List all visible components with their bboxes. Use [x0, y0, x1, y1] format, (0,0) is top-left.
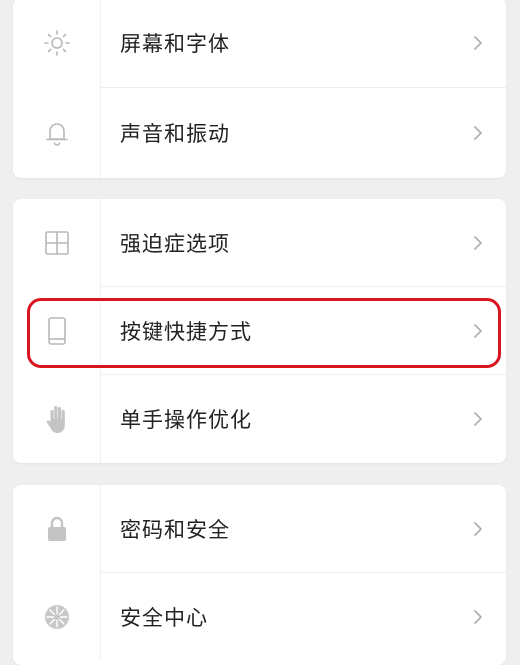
chevron-right-icon	[458, 520, 498, 538]
shield-icon	[13, 573, 101, 661]
chevron-right-icon	[458, 608, 498, 626]
grid-icon	[13, 199, 101, 287]
settings-item-one-hand-mode[interactable]: 单手操作优化	[13, 375, 506, 463]
settings-item-label: 单手操作优化	[120, 408, 252, 432]
settings-item-key-shortcuts[interactable]: 按键快捷方式	[13, 287, 506, 375]
chevron-right-icon	[458, 124, 498, 142]
chevron-right-icon	[458, 34, 498, 52]
bell-icon	[13, 88, 101, 178]
settings-item-ocd-options[interactable]: 强迫症选项	[13, 199, 506, 287]
settings-item-label: 按键快捷方式	[120, 320, 252, 344]
settings-item-label: 密码和安全	[120, 518, 230, 542]
settings-item-label: 屏幕和字体	[120, 32, 230, 56]
chevron-right-icon	[458, 410, 498, 428]
lock-icon	[13, 485, 101, 573]
settings-item-sound-vibration[interactable]: 声音和振动	[13, 88, 506, 178]
settings-item-label: 声音和振动	[120, 122, 230, 146]
brightness-icon	[13, 0, 101, 88]
settings-item-screen-font[interactable]: 屏幕和字体	[13, 0, 506, 88]
settings-item-password-security[interactable]: 密码和安全	[13, 485, 506, 573]
settings-item-label: 安全中心	[120, 606, 208, 630]
settings-item-security-center[interactable]: 安全中心	[13, 573, 506, 661]
hand-icon	[13, 375, 101, 463]
chevron-right-icon	[458, 234, 498, 252]
settings-group-options: 强迫症选项 按键快捷方式 单手操作优化	[13, 199, 506, 463]
settings-group-security: 密码和安全 安全中心	[13, 485, 506, 665]
settings-item-label: 强迫症选项	[120, 232, 230, 256]
settings-group-display-sound: 屏幕和字体 声音和振动	[13, 0, 506, 178]
phone-icon	[13, 287, 101, 375]
chevron-right-icon	[458, 322, 498, 340]
